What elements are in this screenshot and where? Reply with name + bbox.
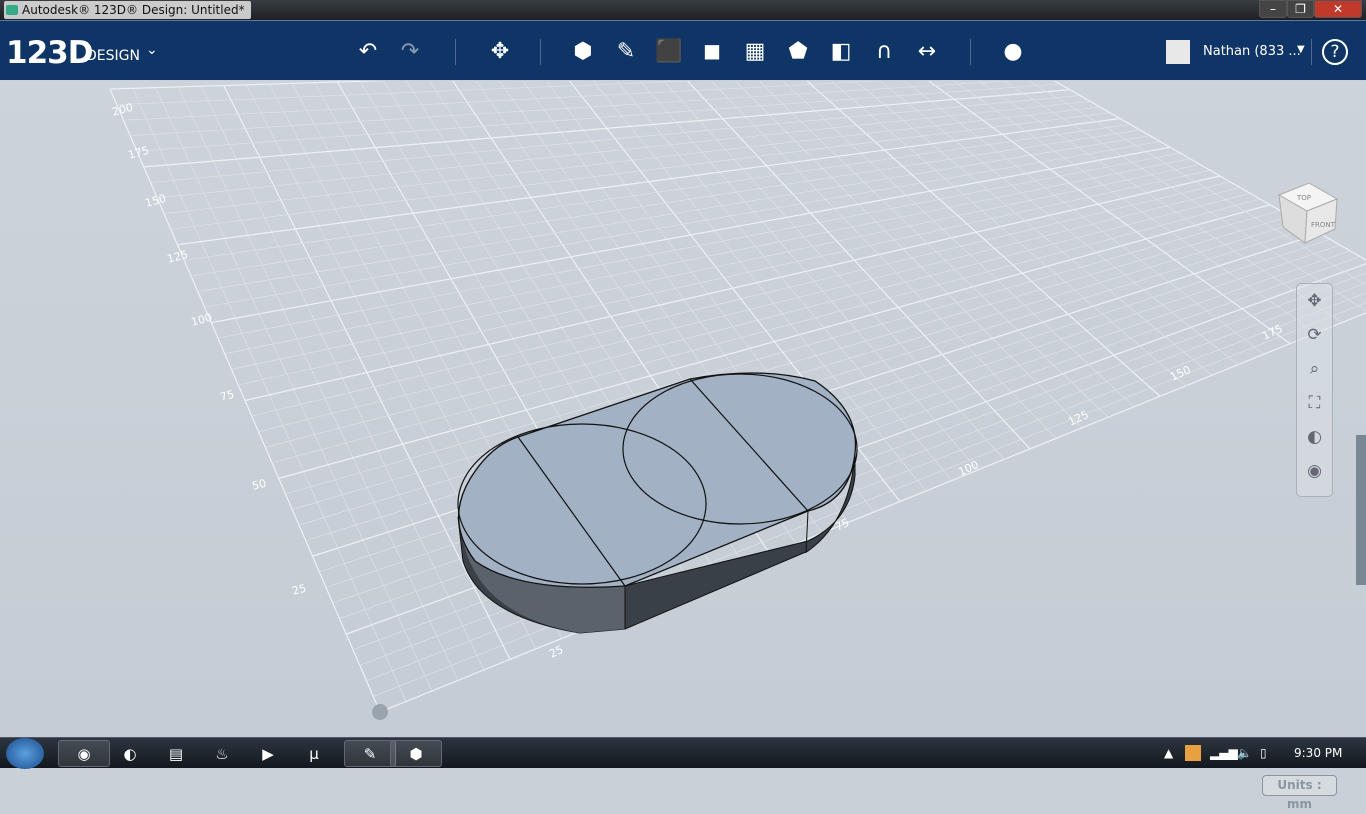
combine-icon[interactable]: ◧ <box>826 37 856 67</box>
material-icon[interactable]: ● <box>998 37 1028 67</box>
y-axis-label: 25 <box>291 582 308 598</box>
taskbar: ◉◐▤♨▶µ✎⬢ ▲ ▂▄▆ 🔈 ▯ 9:30 PM <box>0 737 1366 768</box>
side-panel-handle[interactable] <box>1356 435 1366 585</box>
grid-line <box>884 81 1265 354</box>
pan-icon[interactable]: ✥ <box>1297 284 1332 318</box>
title-bar: Autodesk® 123D® Design: Untitled* – ❐ ✕ <box>0 0 1366 20</box>
tray-expand-icon[interactable]: ▲ <box>1164 746 1173 760</box>
clock[interactable]: 9:30 PM <box>1294 746 1342 760</box>
signal-icon[interactable]: ▂▄▆ <box>1210 746 1238 760</box>
blender-icon[interactable]: ◐ <box>104 740 156 767</box>
grid-line <box>861 81 1238 365</box>
x-axis-label: 25 <box>547 643 565 661</box>
close-button[interactable]: ✕ <box>1314 0 1362 18</box>
app-menu-chevron-icon[interactable]: ⌄ <box>146 42 158 58</box>
divider <box>540 39 541 65</box>
123d-icon[interactable]: ⬢ <box>390 740 442 767</box>
help-button[interactable]: ? <box>1322 39 1348 65</box>
grid-line <box>144 90 1070 167</box>
visibility-icon[interactable]: ◉ <box>1297 454 1332 488</box>
user-menu-caret-icon[interactable]: ▼ <box>1297 44 1305 55</box>
minimize-button[interactable]: – <box>1259 0 1287 18</box>
start-button[interactable] <box>6 738 44 769</box>
y-axis-label: 75 <box>219 388 236 404</box>
construct-icon[interactable]: ⬛ <box>654 37 684 67</box>
modify-icon[interactable]: ◼ <box>697 37 727 67</box>
avatar[interactable] <box>1166 40 1190 64</box>
view-cube[interactable]: TOP FRONT <box>1275 181 1339 245</box>
main-toolbar: 123D DESIGN ⌄ ↶ ↷ ✥ ⬢ ✎ ⬛ ◼ ▦ ⬟ ◧ ∩ ↔ ● Nathan (833 … <box>0 20 1366 80</box>
y-axis-label: 50 <box>251 477 268 493</box>
steam-icon[interactable]: ♨ <box>196 740 248 767</box>
app-logo-sub[interactable]: DESIGN <box>86 48 140 64</box>
sketch-icon[interactable]: ✎ <box>611 37 641 67</box>
paint-icon[interactable]: ✎ <box>344 740 396 767</box>
battery-icon[interactable]: ▯ <box>1260 746 1267 760</box>
x-axis-label: 75 <box>833 516 851 534</box>
orbit-icon[interactable]: ⟳ <box>1297 318 1332 352</box>
divider <box>970 39 971 65</box>
viewcube-top-label[interactable]: TOP <box>1296 194 1311 202</box>
fit-icon[interactable]: ⛶ <box>1297 386 1332 420</box>
user-name[interactable]: Nathan (833 ... <box>1203 44 1301 59</box>
measure-icon[interactable]: ↔ <box>912 37 942 67</box>
transform-icon[interactable]: ✥ <box>485 37 515 67</box>
explorer-icon[interactable]: ▤ <box>150 740 202 767</box>
zoom-icon[interactable]: ⌕ <box>1297 352 1332 386</box>
app-logo[interactable]: 123D <box>6 35 92 71</box>
volume-icon[interactable]: 🔈 <box>1237 746 1252 760</box>
grid-line <box>838 81 1212 375</box>
grid-line <box>137 84 1060 151</box>
grid-line <box>793 81 1161 396</box>
viewcube-front-label[interactable]: FRONT <box>1311 221 1336 229</box>
3d-viewport[interactable]: 255075100125150175255075100125150175200 … <box>0 81 1366 737</box>
pattern-icon[interactable]: ▦ <box>740 37 770 67</box>
x-axis-label: 100 <box>956 458 981 479</box>
workplane-grid: 255075100125150175255075100125150175200 <box>0 81 1366 737</box>
window-title: Autodesk® 123D® Design: Untitled* <box>4 1 251 19</box>
navigation-bar: ✥⟳⌕⛶◐◉ <box>1296 283 1333 497</box>
visual-style-icon[interactable]: ◐ <box>1297 420 1332 454</box>
grouping-icon[interactable]: ⬟ <box>783 37 813 67</box>
chrome-icon[interactable]: ◉ <box>58 740 110 767</box>
y-axis-label: 175 <box>127 144 151 162</box>
window-title-text: Autodesk® 123D® Design: Untitled* <box>22 3 245 17</box>
snap-icon[interactable]: ∩ <box>869 37 899 67</box>
divider <box>455 39 456 65</box>
app-icon <box>6 5 18 15</box>
origin-marker <box>372 704 388 720</box>
network-error-icon[interactable] <box>1185 745 1201 761</box>
grid-line <box>929 81 1316 333</box>
y-axis-label: 150 <box>144 192 168 210</box>
restore-button[interactable]: ❐ <box>1287 0 1314 18</box>
units-button[interactable]: Units : mm <box>1262 775 1337 796</box>
grid-line <box>124 81 1041 120</box>
grid-line <box>110 81 1020 89</box>
undo-icon[interactable]: ↶ <box>353 37 383 67</box>
y-axis-label: 100 <box>190 311 214 329</box>
media-icon[interactable]: ▶ <box>242 740 294 767</box>
redo-icon[interactable]: ↷ <box>395 37 425 67</box>
divider <box>1311 39 1312 65</box>
primitives-icon[interactable]: ⬢ <box>568 37 598 67</box>
y-axis-label: 200 <box>111 101 135 119</box>
utorrent-icon[interactable]: µ <box>288 740 340 767</box>
